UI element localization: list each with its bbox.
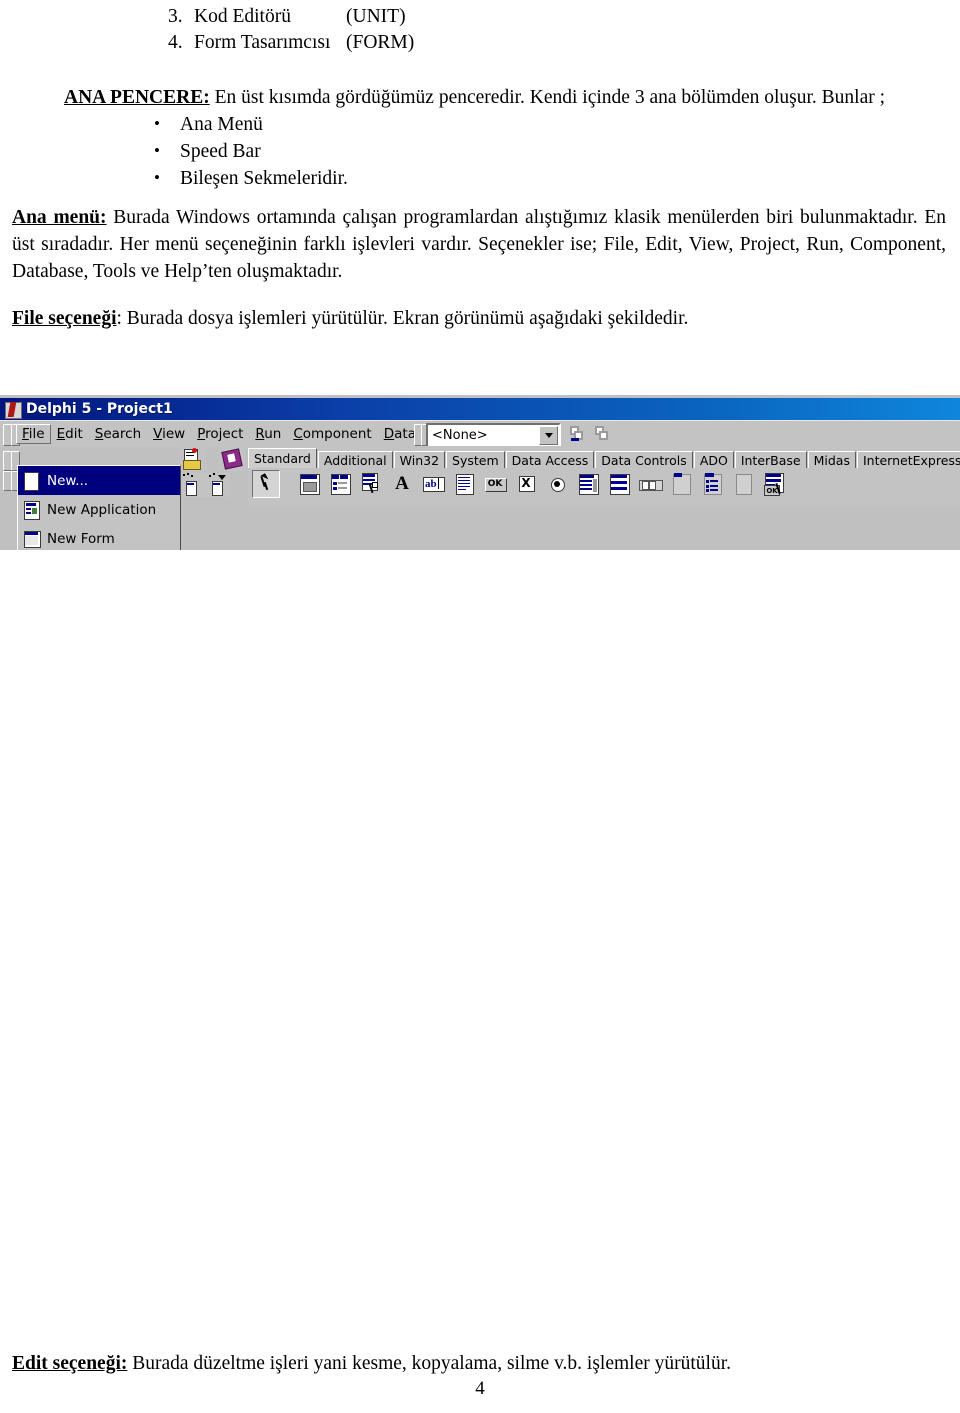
action-list-icon[interactable]: OK	[761, 471, 787, 497]
list-item-name: Kod Editörü	[194, 6, 291, 27]
list-item: Ana Menü	[148, 110, 960, 138]
palette-tab-system[interactable]: System	[446, 451, 505, 468]
palette-tab-data-controls[interactable]: Data Controls	[595, 451, 693, 468]
palette-tab-strip: Standard Additional Win32 System Data Ac…	[248, 446, 960, 468]
palette-component-row: A ab OK X OK	[252, 470, 787, 498]
ana-pencere-text: En üst kısımda gördüğümüz penceredir. Ke…	[209, 87, 886, 108]
list-item-paren: (UNIT)	[346, 6, 406, 27]
list-item: Speed Bar	[148, 137, 960, 165]
palette-tab-midas[interactable]: Midas	[807, 451, 856, 468]
palette-tab-ado[interactable]: ADO	[693, 451, 734, 468]
delphi-title-bar: Delphi 5 - Project1	[0, 398, 960, 420]
palette-tab-additional[interactable]: Additional	[317, 451, 393, 468]
list-item-number: 3.	[168, 6, 183, 27]
delphi-window-title: Delphi 5 - Project1	[26, 401, 173, 417]
list-item-name: Form Tasarımcısı	[194, 32, 331, 53]
edit-box-icon[interactable]: ab	[420, 471, 446, 497]
ana-pencere-heading: ANA PENCERE:	[64, 87, 210, 108]
popup-menu-icon[interactable]	[358, 471, 384, 497]
menu-item-new-application[interactable]: New Application	[18, 495, 180, 524]
listbox-icon[interactable]	[575, 471, 601, 497]
numbered-list: 3. Kod Editörü (UNIT) 4. Form Tasarımcısı (F…	[0, 0, 960, 56]
radio-button-icon[interactable]	[544, 471, 570, 497]
menu-project[interactable]: Project	[191, 424, 249, 444]
palette-tab-internetexpress[interactable]: InternetExpress	[856, 451, 960, 468]
delphi-screenshot-image: Delphi 5 - Project1 File Edit Search Vie…	[0, 395, 960, 550]
ana-menu-paragraph: Ana menü: Burada Windows ortamında çalış…	[0, 204, 960, 285]
button-icon[interactable]: OK	[482, 471, 508, 497]
chevron-down-icon[interactable]	[539, 426, 558, 445]
save-project-group-button[interactable]	[566, 423, 588, 444]
file-secenegi-paragraph: File seçeneği: Burada dosya işlemleri yü…	[0, 305, 960, 332]
open-project-toolbar-icon[interactable]	[180, 447, 206, 471]
view-unit-toolbar-icon[interactable]	[219, 447, 245, 471]
groupbox-icon[interactable]	[668, 471, 694, 497]
combobox-icon[interactable]	[606, 471, 632, 497]
new-form-icon	[20, 528, 44, 550]
file-secenegi-text: : Burada dosya işlemleri yürütülür. Ekra…	[116, 308, 689, 329]
new-page-icon	[20, 470, 44, 492]
page-number: 4	[475, 1378, 485, 1399]
list-item: 3. Kod Editörü (UNIT)	[168, 4, 960, 30]
list-item-number: 4.	[168, 32, 183, 53]
menu-item-label: New Form	[47, 530, 115, 547]
new-application-icon	[20, 499, 44, 521]
component-palette: Standard Additional Win32 System Data Ac…	[248, 446, 960, 506]
menu-item-new[interactable]: New...	[18, 466, 180, 495]
scrollbar-icon[interactable]	[637, 471, 663, 497]
edit-secenegi-heading: Edit seçeneği:	[12, 1352, 128, 1374]
palette-tab-interbase[interactable]: InterBase	[734, 451, 807, 468]
ana-menu-text: Burada Windows ortamında çalışan program…	[12, 207, 947, 282]
view-selector-combobox[interactable]: <None>	[426, 423, 561, 448]
delphi-logo-icon	[4, 401, 22, 419]
menu-view[interactable]: View	[147, 424, 191, 444]
panel-icon[interactable]	[730, 471, 756, 497]
menu-item-new-form[interactable]: New Form	[18, 524, 180, 550]
remove-file-toolbar-icon[interactable]	[204, 473, 230, 497]
file-secenegi-heading: File seçeneği	[12, 308, 117, 329]
menu-component[interactable]: Component	[287, 424, 377, 444]
palette-tab-standard[interactable]: Standard	[248, 448, 317, 468]
menu-item-label: New...	[47, 472, 89, 489]
memo-icon[interactable]	[451, 471, 477, 497]
bullet-list: Ana Menü Speed Bar Bileşen Sekmeleridir.	[0, 110, 960, 192]
menu-item-label: New Application	[47, 501, 157, 518]
menu-edit[interactable]: Edit	[51, 424, 89, 444]
list-item: 4. Form Tasarımcısı (FORM)	[168, 30, 960, 56]
main-menu-icon[interactable]	[327, 471, 353, 497]
document-body: 3. Kod Editörü (UNIT) 4. Form Tasarımcısı (F…	[0, 0, 960, 332]
palette-tab-win32[interactable]: Win32	[393, 451, 446, 468]
view-selector-value: <None>	[432, 428, 488, 443]
ana-menu-heading: Ana menü:	[12, 207, 107, 228]
ana-pencere-paragraph: ANA PENCERE: En üst kısımda gördüğümüz p…	[0, 84, 960, 111]
file-dropdown-menu: New... New Application New Form	[17, 465, 181, 550]
pointer-arrow-icon[interactable]	[252, 470, 280, 498]
edit-secenegi-paragraph: Edit seçeneği: Burada düzeltme işleri ya…	[12, 1350, 948, 1377]
remove-project-group-button[interactable]	[591, 423, 613, 444]
list-item-paren: (FORM)	[346, 32, 415, 53]
menu-file[interactable]: File	[16, 424, 51, 444]
list-item: Bileşen Sekmeleridir.	[148, 164, 960, 192]
checkbox-icon[interactable]: X	[513, 471, 539, 497]
frames-icon[interactable]	[296, 471, 322, 497]
edit-secenegi-text: Burada düzeltme işleri yani kesme, kopya…	[127, 1352, 731, 1374]
menu-run[interactable]: Run	[249, 424, 287, 444]
menu-search[interactable]: Search	[89, 424, 147, 444]
palette-tab-data-access[interactable]: Data Access	[505, 451, 595, 468]
radio-group-icon[interactable]	[699, 471, 725, 497]
add-file-toolbar-icon[interactable]	[178, 473, 204, 497]
label-icon[interactable]: A	[389, 471, 415, 497]
